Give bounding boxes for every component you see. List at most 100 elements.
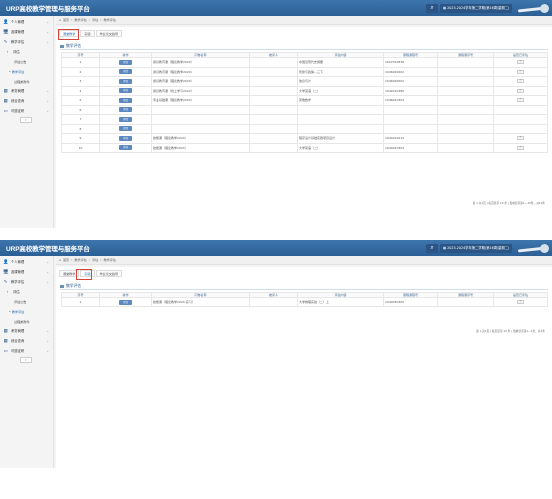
sidebar-item-comprehensive[interactable]: ▦ 综合查询 ⌄ (0, 337, 54, 346)
table-cell-content: 大学英语（二） (297, 85, 384, 96)
breadcrumb-item[interactable]: 教学评估 (74, 258, 86, 262)
sidebar-subitem-1[interactable]: • 教学评估 (9, 308, 63, 316)
table-cell-no: 1 (61, 57, 100, 68)
table-cell-action: 评估 (99, 114, 152, 125)
sidebar-item-comprehensive[interactable]: ▦ 综合查询 ⌄ (0, 97, 54, 106)
pager-text: 第 1 共1页 | 每页显示 10 条 | 当前显示第1—10条，共10条 (472, 201, 545, 205)
table-cell-name: 通识教育课（理论教学2024） (151, 76, 250, 87)
user-avatar-menu[interactable] (514, 2, 552, 15)
evaluate-button[interactable]: 评估 (119, 59, 132, 65)
sidebar-item-label: 个人管理 (11, 20, 25, 24)
table-cell-done: 否 (493, 85, 548, 96)
tab-1[interactable]: 实验 (80, 30, 95, 37)
table-row: 9 评估 技能课（理论教学2024） 程序设计基础实践项目设计 1044010013 否 (61, 133, 548, 144)
sidebar-item-label: 选课管理 (11, 270, 25, 274)
evaluate-button[interactable]: 评估 (119, 88, 132, 94)
evaluated-status: 否 (517, 300, 524, 304)
table-cell-course: 1042010380 (383, 85, 438, 96)
person-icon: 👤 (3, 20, 9, 25)
table-cell-content (297, 104, 384, 115)
section-title: 教学评估 (60, 42, 548, 50)
search-button[interactable]: ⌕ (426, 244, 438, 253)
card-icon: ▭ (3, 109, 8, 114)
search-icon: ⌕ (430, 244, 434, 251)
table-cell-done (493, 114, 548, 125)
sidebar-collapse-button[interactable]: « (20, 117, 32, 123)
breadcrumb: ⌂ 首页 › 教学评估 › 评估 › 教学评估 (56, 256, 552, 265)
breadcrumb-item[interactable]: 教学评估 (74, 18, 86, 22)
breadcrumb-separator-icon: › (88, 18, 91, 22)
breadcrumb-item[interactable]: 评估 (92, 18, 98, 22)
table-cell-course (383, 104, 438, 115)
evaluate-button[interactable]: 评估 (119, 145, 132, 151)
breadcrumb-item: 教学评估 (103, 18, 116, 22)
table-cell-content: 大学物理实验（二）上 (297, 297, 384, 307)
tab-2[interactable]: 毕业论文指导 (95, 30, 123, 37)
breadcrumb-item: 教学评估 (103, 258, 116, 262)
sidebar-item-label: 教学评估 (11, 40, 25, 44)
calendar-icon: ▦ (3, 339, 8, 344)
pager-text: 第 1 共1页 | 每页显示 10 条 | 当前显示第1—1条，共1条 (476, 329, 545, 333)
table-cell-content: 大学英语（二） (297, 142, 384, 153)
home-icon[interactable]: ⌂ (59, 18, 61, 22)
sidebar-item-personal[interactable]: 👤 个人管理 ⌄ (0, 18, 54, 27)
search-button[interactable]: ⌕ (426, 4, 438, 13)
term-selector[interactable]: ▦ 2023-2024学年第二学期(第16周/星期二) (440, 4, 512, 13)
table-cell-no: 7 (61, 114, 100, 125)
sidebar-item-elective[interactable]: 🖥 选课管理 ⌄ (0, 28, 54, 37)
breadcrumb-item[interactable]: 评估 (92, 258, 98, 262)
evaluate-button[interactable]: 评估 (119, 135, 132, 141)
sidebar-item-internship[interactable]: ▭ 可邀证研 ⌄ (0, 347, 54, 356)
breadcrumb-home[interactable]: 首页 (63, 18, 69, 22)
sidebar-subitem-label: 过程类附件 (14, 320, 30, 324)
evaluate-button[interactable]: 评估 (119, 107, 132, 113)
table-cell-content (297, 114, 384, 125)
section-icon (60, 284, 64, 288)
table-row: 4 评估 通识教育课（线上学习2024） 大学英语（二） 1042010380 否 (61, 85, 548, 96)
chevron-down-icon: ⌄ (46, 89, 49, 93)
sidebar-item-teaching-eval[interactable]: ✎ 教学评估 ⌄ (0, 278, 54, 287)
table-cell-no: 9 (61, 133, 100, 144)
table-cell-person (249, 297, 298, 307)
sidebar-item-personal[interactable]: 👤 个人管理 ⌄ (0, 258, 54, 267)
breadcrumb-home[interactable]: 首页 (63, 258, 69, 262)
chevron-icon: › (6, 290, 9, 295)
evaluate-button[interactable]: 评估 (119, 299, 132, 305)
table-cell-name: 技能课（理论教学2024） (151, 133, 250, 144)
table-cell-content (297, 123, 384, 134)
pager: 第 1 共1页 | 每页显示 10 条 | 当前显示第1—1条，共1条 (476, 329, 545, 333)
sidebar-item-exam[interactable]: ▦ 考务管理 ⌄ (0, 327, 54, 336)
evaluate-button[interactable]: 评估 (119, 97, 132, 103)
evaluate-button[interactable]: 评估 (119, 116, 132, 122)
user-avatar-menu[interactable] (514, 242, 552, 255)
table-row: 1 评估 通识教育课（理论教学2024） 中国近现代史纲要 1007010838 否 (61, 57, 548, 68)
evaluate-button[interactable]: 评估 (119, 69, 132, 75)
sidebar: 👤 个人管理 ⌄ 🖥 选课管理 ⌄ ✎ 教学评估 ⌄ › 评估 ▦ 考务管理 ⌄ ▦ 综合查询 ⌄ ▭ 可邀证研 ⌄ 评… (0, 16, 62, 228)
table-cell-person (249, 133, 298, 144)
table-row: 3 评估 通识教育课（理论教学2024） 信息与计 1046020002 否 (61, 76, 548, 87)
search-icon: ⌕ (430, 4, 434, 11)
chevron-down-icon: ⌄ (46, 270, 49, 274)
sidebar-item-label: 综合查询 (11, 99, 25, 103)
sidebar-item-internship[interactable]: ▭ 可邀证研 ⌄ (0, 107, 54, 116)
sidebar-item-label: 评估 (13, 290, 20, 294)
sidebar-subitem-1[interactable]: • 教学评估 (9, 68, 63, 76)
table-cell-name (151, 104, 250, 115)
home-icon[interactable]: ⌂ (59, 258, 61, 262)
table-cell-no: 2 (61, 66, 100, 77)
sidebar-item-label: 可邀证研 (11, 349, 25, 353)
tab-2[interactable]: 毕业论文指导 (95, 270, 123, 277)
evaluate-button[interactable]: 评估 (119, 78, 132, 84)
evaluate-button[interactable]: 评估 (119, 126, 132, 132)
term-selector[interactable]: ▦ 2023-2024学年第二学期(第16周/星期二) (440, 244, 512, 253)
sidebar-item-elective[interactable]: 🖥 选课管理 ⌄ (0, 268, 54, 277)
breadcrumb-separator-icon: › (100, 258, 102, 262)
sidebar-item-eval[interactable]: › 评估 (2, 288, 56, 297)
table-cell-seq (437, 123, 494, 134)
table-cell-seq (437, 57, 494, 68)
evaluated-status: 否 (517, 79, 524, 84)
sidebar-item-eval[interactable]: › 评估 (2, 48, 56, 57)
sidebar-collapse-button[interactable]: « (20, 357, 32, 363)
sidebar-item-teaching-eval[interactable]: ✎ 教学评估 ⌄ (0, 38, 54, 47)
sidebar-item-exam[interactable]: ▦ 考务管理 ⌄ (0, 87, 54, 96)
